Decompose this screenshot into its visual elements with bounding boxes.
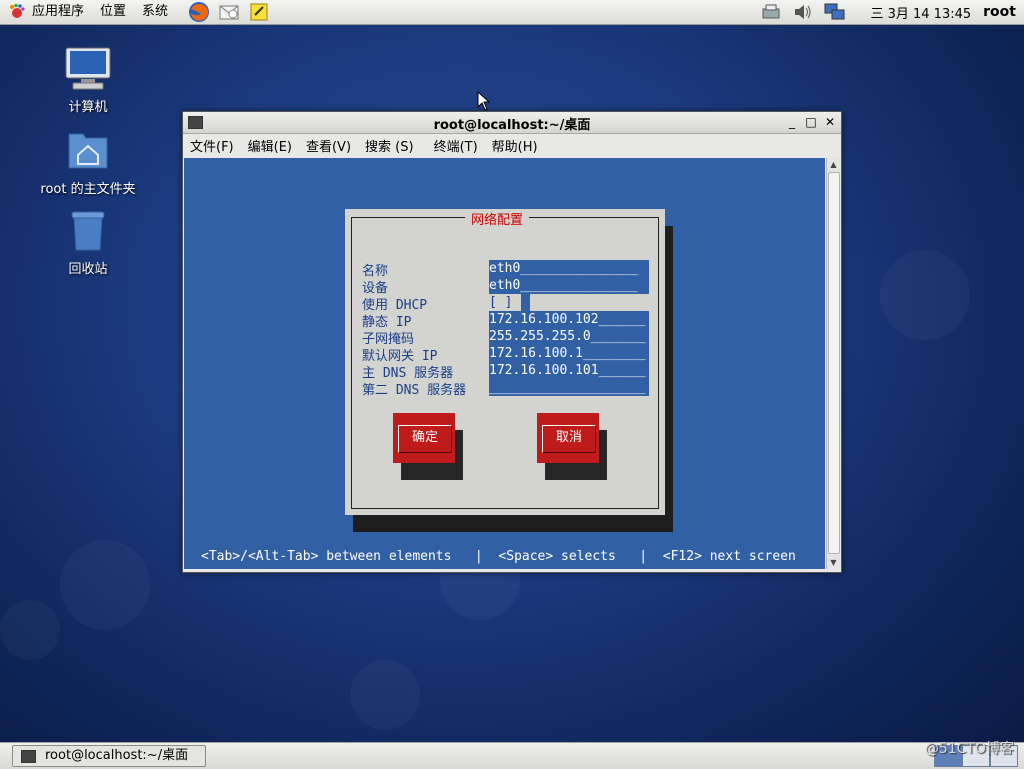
desktop-icon-home[interactable]: root 的主文件夹 (28, 128, 148, 197)
trash-icon (63, 208, 113, 254)
dialog-title: 网络配置 (465, 209, 530, 228)
volume-icon[interactable] (792, 2, 814, 22)
gateway-input[interactable]: 172.16.100.1________ (489, 345, 649, 362)
maximize-icon[interactable]: □ (804, 115, 818, 129)
mouse-cursor-icon (477, 91, 491, 111)
terminal-menubar: 文件(F) 编辑(E) 查看(V) 搜索 (S) 终端(T) 帮助(H) (183, 134, 841, 156)
scrollbar-thumb[interactable] (828, 172, 840, 554)
menu-help[interactable]: 帮助(H) (485, 136, 545, 155)
desktop-icon-trash[interactable]: 回收站 (28, 208, 148, 277)
desktop-icon-computer[interactable]: 计算机 (28, 46, 148, 115)
menu-search[interactable]: 搜索 (S) (358, 136, 421, 155)
desktop-icon-label: root 的主文件夹 (40, 182, 136, 197)
network-icon[interactable] (824, 2, 846, 22)
network-config-dialog: 网络配置 名称 eth0_______________ 设备 eth0_____… (345, 209, 665, 515)
keyboard-hint: <Tab>/<Alt-Tab> between elements | <Spac… (201, 549, 796, 564)
desktop-icon-label: 计算机 (68, 100, 108, 115)
menu-view[interactable]: 查看(V) (299, 136, 358, 155)
name-input[interactable]: eth0_______________ (489, 260, 649, 277)
primary-dns-input[interactable]: 172.16.100.101______ (489, 362, 649, 379)
netmask-input[interactable]: 255.255.255.0_______ (489, 328, 649, 345)
firefox-icon[interactable] (188, 2, 210, 22)
user-menu[interactable]: root (983, 4, 1016, 20)
watermark: @51CTO博客 (924, 741, 1014, 757)
window-title: root@localhost:~/桌面 (433, 118, 591, 133)
bottom-panel: root@localhost:~/桌面 (0, 742, 1024, 769)
close-icon[interactable]: ✕ (823, 115, 837, 129)
menu-edit[interactable]: 编辑(E) (241, 136, 299, 155)
terminal-icon (21, 750, 36, 763)
mail-icon[interactable] (218, 2, 240, 22)
menu-file[interactable]: 文件(F) (183, 136, 241, 155)
computer-icon (63, 46, 113, 92)
ok-button-label: 确定 (398, 425, 452, 453)
cancel-button[interactable]: 取消 (537, 413, 599, 463)
network-printer-icon[interactable] (760, 2, 782, 22)
menu-places[interactable]: 位置 (92, 0, 134, 24)
terminal-titlebar[interactable]: root@localhost:~/桌面 _ □ ✕ (183, 112, 841, 134)
desktop-icon-label: 回收站 (68, 262, 108, 277)
label-secondary-dns: 第二 DNS 服务器 (362, 383, 467, 398)
system-tray: 三 3月 14 13:45 root (760, 0, 1024, 24)
ok-button[interactable]: 确定 (393, 413, 455, 463)
clock[interactable]: 三 3月 14 13:45 (870, 3, 971, 22)
terminal-scrollbar[interactable]: ▲ ▼ (826, 158, 840, 569)
taskbar-window-button[interactable]: root@localhost:~/桌面 (12, 745, 206, 767)
home-folder-icon (63, 128, 113, 174)
background-bubble (350, 660, 420, 730)
static-ip-input[interactable]: 172.16.100.102______ (489, 311, 649, 328)
menu-terminal[interactable]: 终端(T) (427, 136, 485, 155)
menu-applications[interactable]: 应用程序 (24, 0, 92, 24)
taskbar-window-label: root@localhost:~/桌面 (45, 748, 189, 763)
terminal-window[interactable]: root@localhost:~/桌面 _ □ ✕ 文件(F) 编辑(E) 查看… (182, 111, 842, 573)
menu-system[interactable]: 系统 (134, 0, 176, 24)
top-panel: 应用程序 位置 系统 三 3月 14 13:45 root (0, 0, 1024, 25)
background-bubble (880, 250, 970, 340)
device-input[interactable]: eth0_______________ (489, 277, 649, 294)
scroll-down-icon[interactable]: ▼ (827, 556, 840, 569)
terminal-content[interactable]: 网络配置 名称 eth0_______________ 设备 eth0_____… (184, 158, 825, 569)
scroll-up-icon[interactable]: ▲ (827, 158, 840, 171)
background-bubble (60, 540, 150, 630)
cancel-button-label: 取消 (542, 425, 596, 453)
dhcp-checkbox-fill (521, 294, 530, 311)
notes-icon[interactable] (248, 2, 270, 22)
minimize-icon[interactable]: _ (785, 115, 799, 129)
dhcp-checkbox[interactable]: [ ] (489, 294, 521, 311)
secondary-dns-input[interactable]: ____________________ (489, 379, 649, 396)
background-bubble (0, 600, 60, 660)
